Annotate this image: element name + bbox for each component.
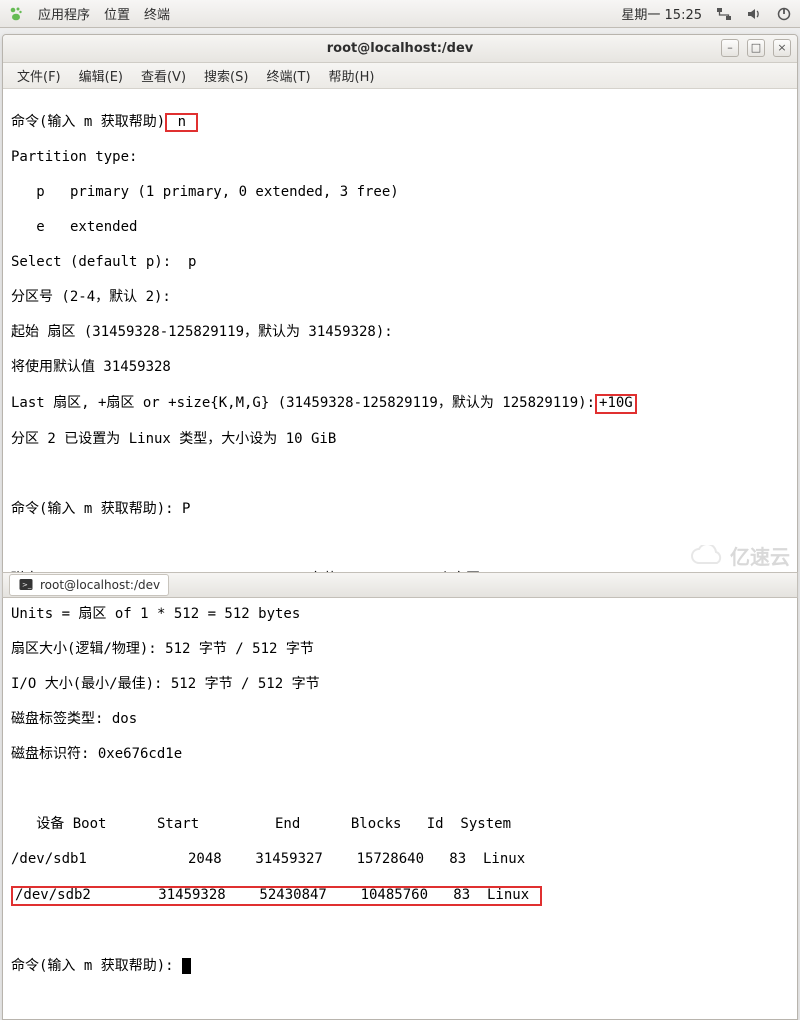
- menubar: 文件(F) 编辑(E) 查看(V) 搜索(S) 终端(T) 帮助(H): [3, 63, 797, 89]
- menu-applications[interactable]: 应用程序: [38, 4, 90, 23]
- highlight-row-sdb2: /dev/sdb2 31459328 52430847 10485760 83 …: [11, 886, 542, 905]
- menu-view[interactable]: 查看(V): [133, 63, 194, 88]
- line-diskid: 磁盘标识符: 0xe676cd1e: [11, 746, 789, 764]
- menu-terminal-launcher[interactable]: 终端: [144, 4, 170, 23]
- menu-places[interactable]: 位置: [104, 4, 130, 23]
- highlight-plus10g: +10G: [595, 394, 637, 413]
- menu-search[interactable]: 搜索(S): [196, 63, 256, 88]
- menu-file[interactable]: 文件(F): [9, 63, 69, 88]
- minimize-button[interactable]: –: [721, 39, 739, 57]
- menu-help[interactable]: 帮助(H): [321, 63, 383, 88]
- terminal-window: root@localhost:/dev – □ × 文件(F) 编辑(E) 查看…: [2, 34, 798, 1020]
- cursor: [182, 958, 191, 974]
- watermark: 亿速云: [690, 541, 790, 570]
- line-iosize: I/O 大小(最小/最佳): 512 字节 / 512 字节: [11, 676, 789, 694]
- line-ptype-hdr: Partition type:: [11, 149, 789, 167]
- titlebar[interactable]: root@localhost:/dev – □ ×: [3, 35, 797, 63]
- line-select: Select (default p): p: [11, 254, 789, 272]
- fdisk-prompt-wait: 命令(输入 m 获取帮助):: [11, 958, 182, 974]
- line-firstsec: 起始 扇区 (31459328-125829119，默认为 31459328):: [11, 324, 789, 342]
- power-icon[interactable]: [776, 6, 792, 22]
- line-usedef: 将使用默认值 31459328: [11, 359, 789, 377]
- svg-text:>_: >_: [22, 581, 32, 589]
- menu-terminal[interactable]: 终端(T): [258, 63, 318, 88]
- line-units: Units = 扇区 of 1 * 512 = 512 bytes: [11, 606, 789, 624]
- line-setline: 分区 2 已设置为 Linux 类型，大小设为 10 GiB: [11, 431, 789, 449]
- terminal-output[interactable]: 命令(输入 m 获取帮助) n Partition type: p primar…: [3, 89, 797, 1019]
- table-row: /dev/sdb1 2048 31459327 15728640 83 Linu…: [11, 851, 789, 869]
- gnome-foot-icon: [8, 6, 24, 22]
- highlight-cmd-n: n: [165, 113, 198, 132]
- line-lastsec: Last 扇区, +扇区 or +size{K,M,G} (31459328-1…: [11, 395, 595, 411]
- task-entry-terminal[interactable]: >_ root@localhost:/dev: [9, 574, 169, 596]
- table-header: 设备 Boot Start End Blocks Id System: [11, 816, 789, 834]
- volume-icon[interactable]: [746, 6, 762, 22]
- network-icon[interactable]: [716, 6, 732, 22]
- menu-edit[interactable]: 编辑(E): [71, 63, 131, 88]
- task-entry-label: root@localhost:/dev: [40, 578, 160, 592]
- fdisk-prompt: 命令(输入 m 获取帮助): [11, 114, 165, 130]
- watermark-text: 亿速云: [730, 541, 790, 570]
- maximize-button[interactable]: □: [747, 39, 765, 57]
- line-partnum: 分区号 (2-4，默认 2):: [11, 289, 789, 307]
- line-ptype-p: p primary (1 primary, 0 extended, 3 free…: [11, 184, 789, 202]
- top-panel: 应用程序 位置 终端 星期一 15:25: [0, 0, 800, 28]
- line-secsize: 扇区大小(逻辑/物理): 512 字节 / 512 字节: [11, 641, 789, 659]
- window-title: root@localhost:/dev: [327, 41, 474, 56]
- close-button[interactable]: ×: [773, 39, 791, 57]
- line-prompt-P: 命令(输入 m 获取帮助): P: [11, 501, 789, 519]
- terminal-icon: >_: [18, 577, 34, 593]
- taskbar: >_ root@localhost:/dev: [2, 572, 798, 598]
- line-ptype-e: e extended: [11, 219, 789, 237]
- line-label: 磁盘标签类型: dos: [11, 711, 789, 729]
- clock[interactable]: 星期一 15:25: [621, 4, 702, 23]
